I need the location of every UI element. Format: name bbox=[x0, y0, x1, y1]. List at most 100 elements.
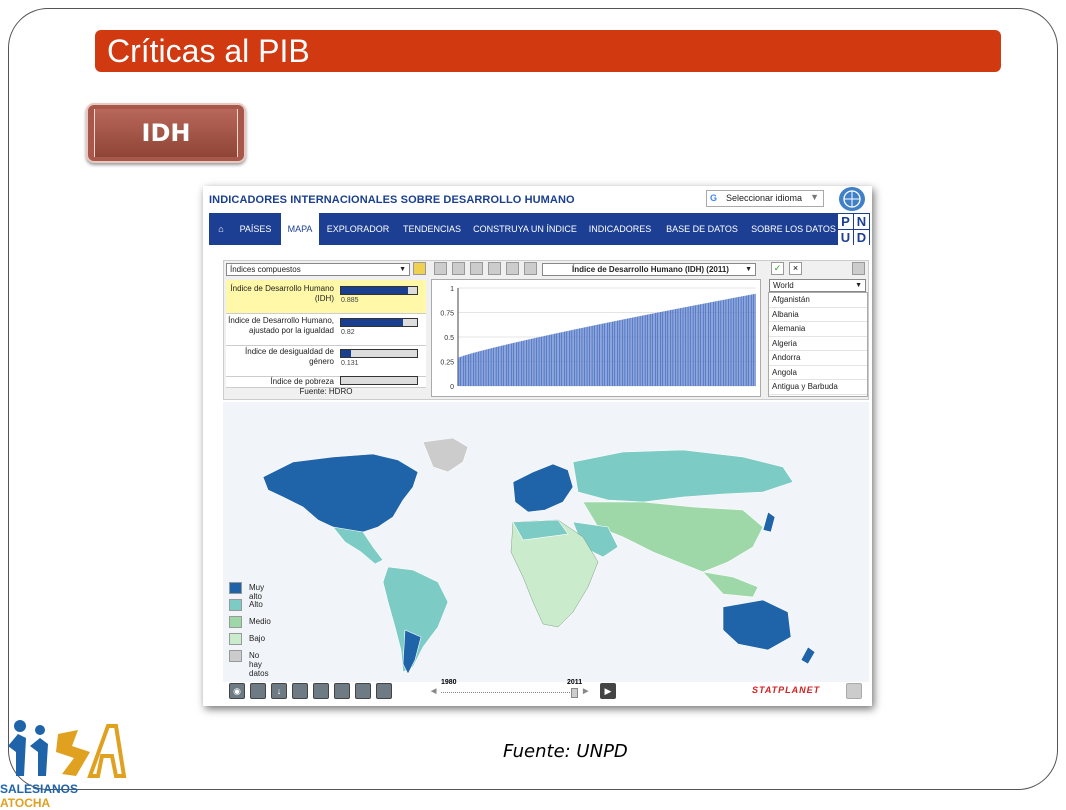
chart-bar[interactable] bbox=[471, 353, 473, 386]
chart-bar[interactable] bbox=[631, 317, 634, 386]
chart-bar[interactable] bbox=[749, 294, 751, 386]
chart-bar[interactable] bbox=[752, 294, 755, 386]
chart-bar[interactable] bbox=[754, 293, 756, 386]
chart-bar[interactable] bbox=[532, 338, 534, 386]
chart-bar[interactable] bbox=[676, 308, 678, 386]
indicator-select[interactable]: Índice de Desarrollo Humano (IDH) (2011)… bbox=[542, 263, 756, 276]
chart-bar[interactable] bbox=[605, 322, 607, 386]
chart-bar[interactable] bbox=[712, 301, 715, 386]
chart-bar[interactable] bbox=[466, 354, 468, 386]
chart-bar[interactable] bbox=[461, 356, 463, 386]
chart-bar[interactable] bbox=[650, 313, 652, 386]
chart-bar[interactable] bbox=[545, 335, 548, 386]
chart-bar[interactable] bbox=[563, 331, 566, 386]
world-map[interactable] bbox=[223, 402, 869, 682]
chart-bar[interactable] bbox=[719, 300, 721, 386]
chart-bar[interactable] bbox=[653, 313, 655, 386]
chart-bar[interactable] bbox=[626, 318, 629, 386]
chart-bar[interactable] bbox=[681, 307, 683, 386]
chart-bar[interactable] bbox=[539, 336, 541, 386]
bar-chart-icon[interactable] bbox=[452, 262, 465, 275]
chart-bar[interactable] bbox=[714, 301, 716, 386]
chart-bar[interactable] bbox=[689, 306, 692, 386]
chart-bar[interactable] bbox=[550, 334, 553, 386]
chart-bar[interactable] bbox=[469, 353, 471, 386]
chart-bar[interactable] bbox=[489, 348, 491, 386]
chart-bar[interactable] bbox=[487, 348, 490, 386]
chart-bar[interactable] bbox=[628, 318, 630, 386]
chart-bar[interactable] bbox=[674, 309, 677, 386]
close-icon[interactable]: × bbox=[789, 262, 802, 275]
chart-bar[interactable] bbox=[519, 341, 521, 386]
chart-bar[interactable] bbox=[736, 297, 738, 386]
chart-bar[interactable] bbox=[562, 331, 564, 386]
chart-bar[interactable] bbox=[517, 341, 519, 386]
chart-bar[interactable] bbox=[638, 316, 640, 386]
chart-bar[interactable] bbox=[544, 335, 546, 386]
category-select[interactable]: Índices compuestos ▼ bbox=[226, 263, 410, 276]
slider-handle[interactable] bbox=[571, 688, 578, 698]
chart-bar[interactable] bbox=[558, 332, 561, 386]
chart-bar[interactable] bbox=[506, 344, 508, 386]
check-icon[interactable]: ✓ bbox=[771, 262, 784, 275]
chart-bar[interactable] bbox=[600, 323, 602, 386]
chart-bar[interactable] bbox=[593, 325, 596, 386]
chart-bar[interactable] bbox=[567, 330, 569, 386]
chart-bar[interactable] bbox=[458, 357, 460, 386]
chart-bar[interactable] bbox=[744, 295, 746, 386]
chart-bar[interactable] bbox=[706, 302, 708, 386]
chart-bar[interactable] bbox=[716, 301, 718, 386]
tab-paises[interactable]: PAÍSES bbox=[233, 213, 278, 245]
chart-bar[interactable] bbox=[499, 346, 501, 386]
chart-bar[interactable] bbox=[509, 343, 511, 386]
chart-bar[interactable] bbox=[734, 297, 736, 386]
chart-bar[interactable] bbox=[645, 314, 647, 386]
chart-bar[interactable] bbox=[703, 303, 705, 386]
chart-bar[interactable] bbox=[668, 310, 670, 386]
chart-bar[interactable] bbox=[709, 302, 711, 386]
chart-bar[interactable] bbox=[698, 304, 700, 386]
chart-bar[interactable] bbox=[659, 311, 662, 386]
chart-bar[interactable] bbox=[492, 347, 495, 386]
list-item[interactable]: Antigua y Barbuda bbox=[769, 380, 867, 395]
chart-bar[interactable] bbox=[494, 347, 496, 386]
chart-bar[interactable] bbox=[534, 338, 536, 386]
chart-bar[interactable] bbox=[731, 298, 733, 386]
chart-bar[interactable] bbox=[595, 324, 597, 386]
list-item[interactable]: Índice de Desarrollo Humano (IDH) 0.885 bbox=[226, 280, 426, 314]
chart-bar[interactable] bbox=[580, 328, 582, 386]
chart-bar[interactable] bbox=[527, 339, 529, 386]
chart-bar[interactable] bbox=[603, 323, 606, 386]
list-icon[interactable] bbox=[470, 262, 483, 275]
chart-bar[interactable] bbox=[482, 350, 485, 386]
chart-bar[interactable] bbox=[666, 310, 668, 386]
chart-bar[interactable] bbox=[746, 295, 748, 386]
chart-bar[interactable] bbox=[476, 351, 478, 386]
chart-bar[interactable] bbox=[615, 320, 617, 386]
chart-bar[interactable] bbox=[479, 351, 481, 386]
tab-tendencias[interactable]: TENDENCIAS bbox=[399, 213, 465, 245]
chart-bar[interactable] bbox=[722, 299, 725, 386]
trash-icon[interactable] bbox=[852, 262, 865, 275]
chart-bar[interactable] bbox=[522, 340, 524, 386]
tab-base-de-datos[interactable]: BASE DE DATOS bbox=[661, 213, 743, 245]
wrench-icon[interactable] bbox=[313, 683, 329, 699]
chart-bar[interactable] bbox=[727, 298, 730, 386]
chart-bar[interactable] bbox=[646, 314, 649, 386]
chart-bar[interactable] bbox=[552, 334, 554, 386]
chart-bar[interactable] bbox=[486, 349, 488, 386]
chart-bar[interactable] bbox=[597, 324, 599, 386]
chart-bar[interactable] bbox=[717, 300, 720, 386]
chart-bar[interactable] bbox=[491, 348, 493, 386]
expand-icon[interactable] bbox=[846, 683, 862, 699]
play-icon[interactable]: ▶ bbox=[600, 683, 616, 699]
tab-mapa[interactable]: MAPA bbox=[281, 213, 319, 245]
chart-bar[interactable] bbox=[694, 305, 697, 386]
chart-bar[interactable] bbox=[577, 328, 579, 386]
chart-bar[interactable] bbox=[610, 321, 612, 386]
chart-bar[interactable] bbox=[484, 349, 486, 386]
chart-bar[interactable] bbox=[602, 323, 604, 386]
chart-bar[interactable] bbox=[616, 320, 619, 386]
chart-bar[interactable] bbox=[501, 345, 503, 386]
chart-bar[interactable] bbox=[671, 309, 673, 386]
